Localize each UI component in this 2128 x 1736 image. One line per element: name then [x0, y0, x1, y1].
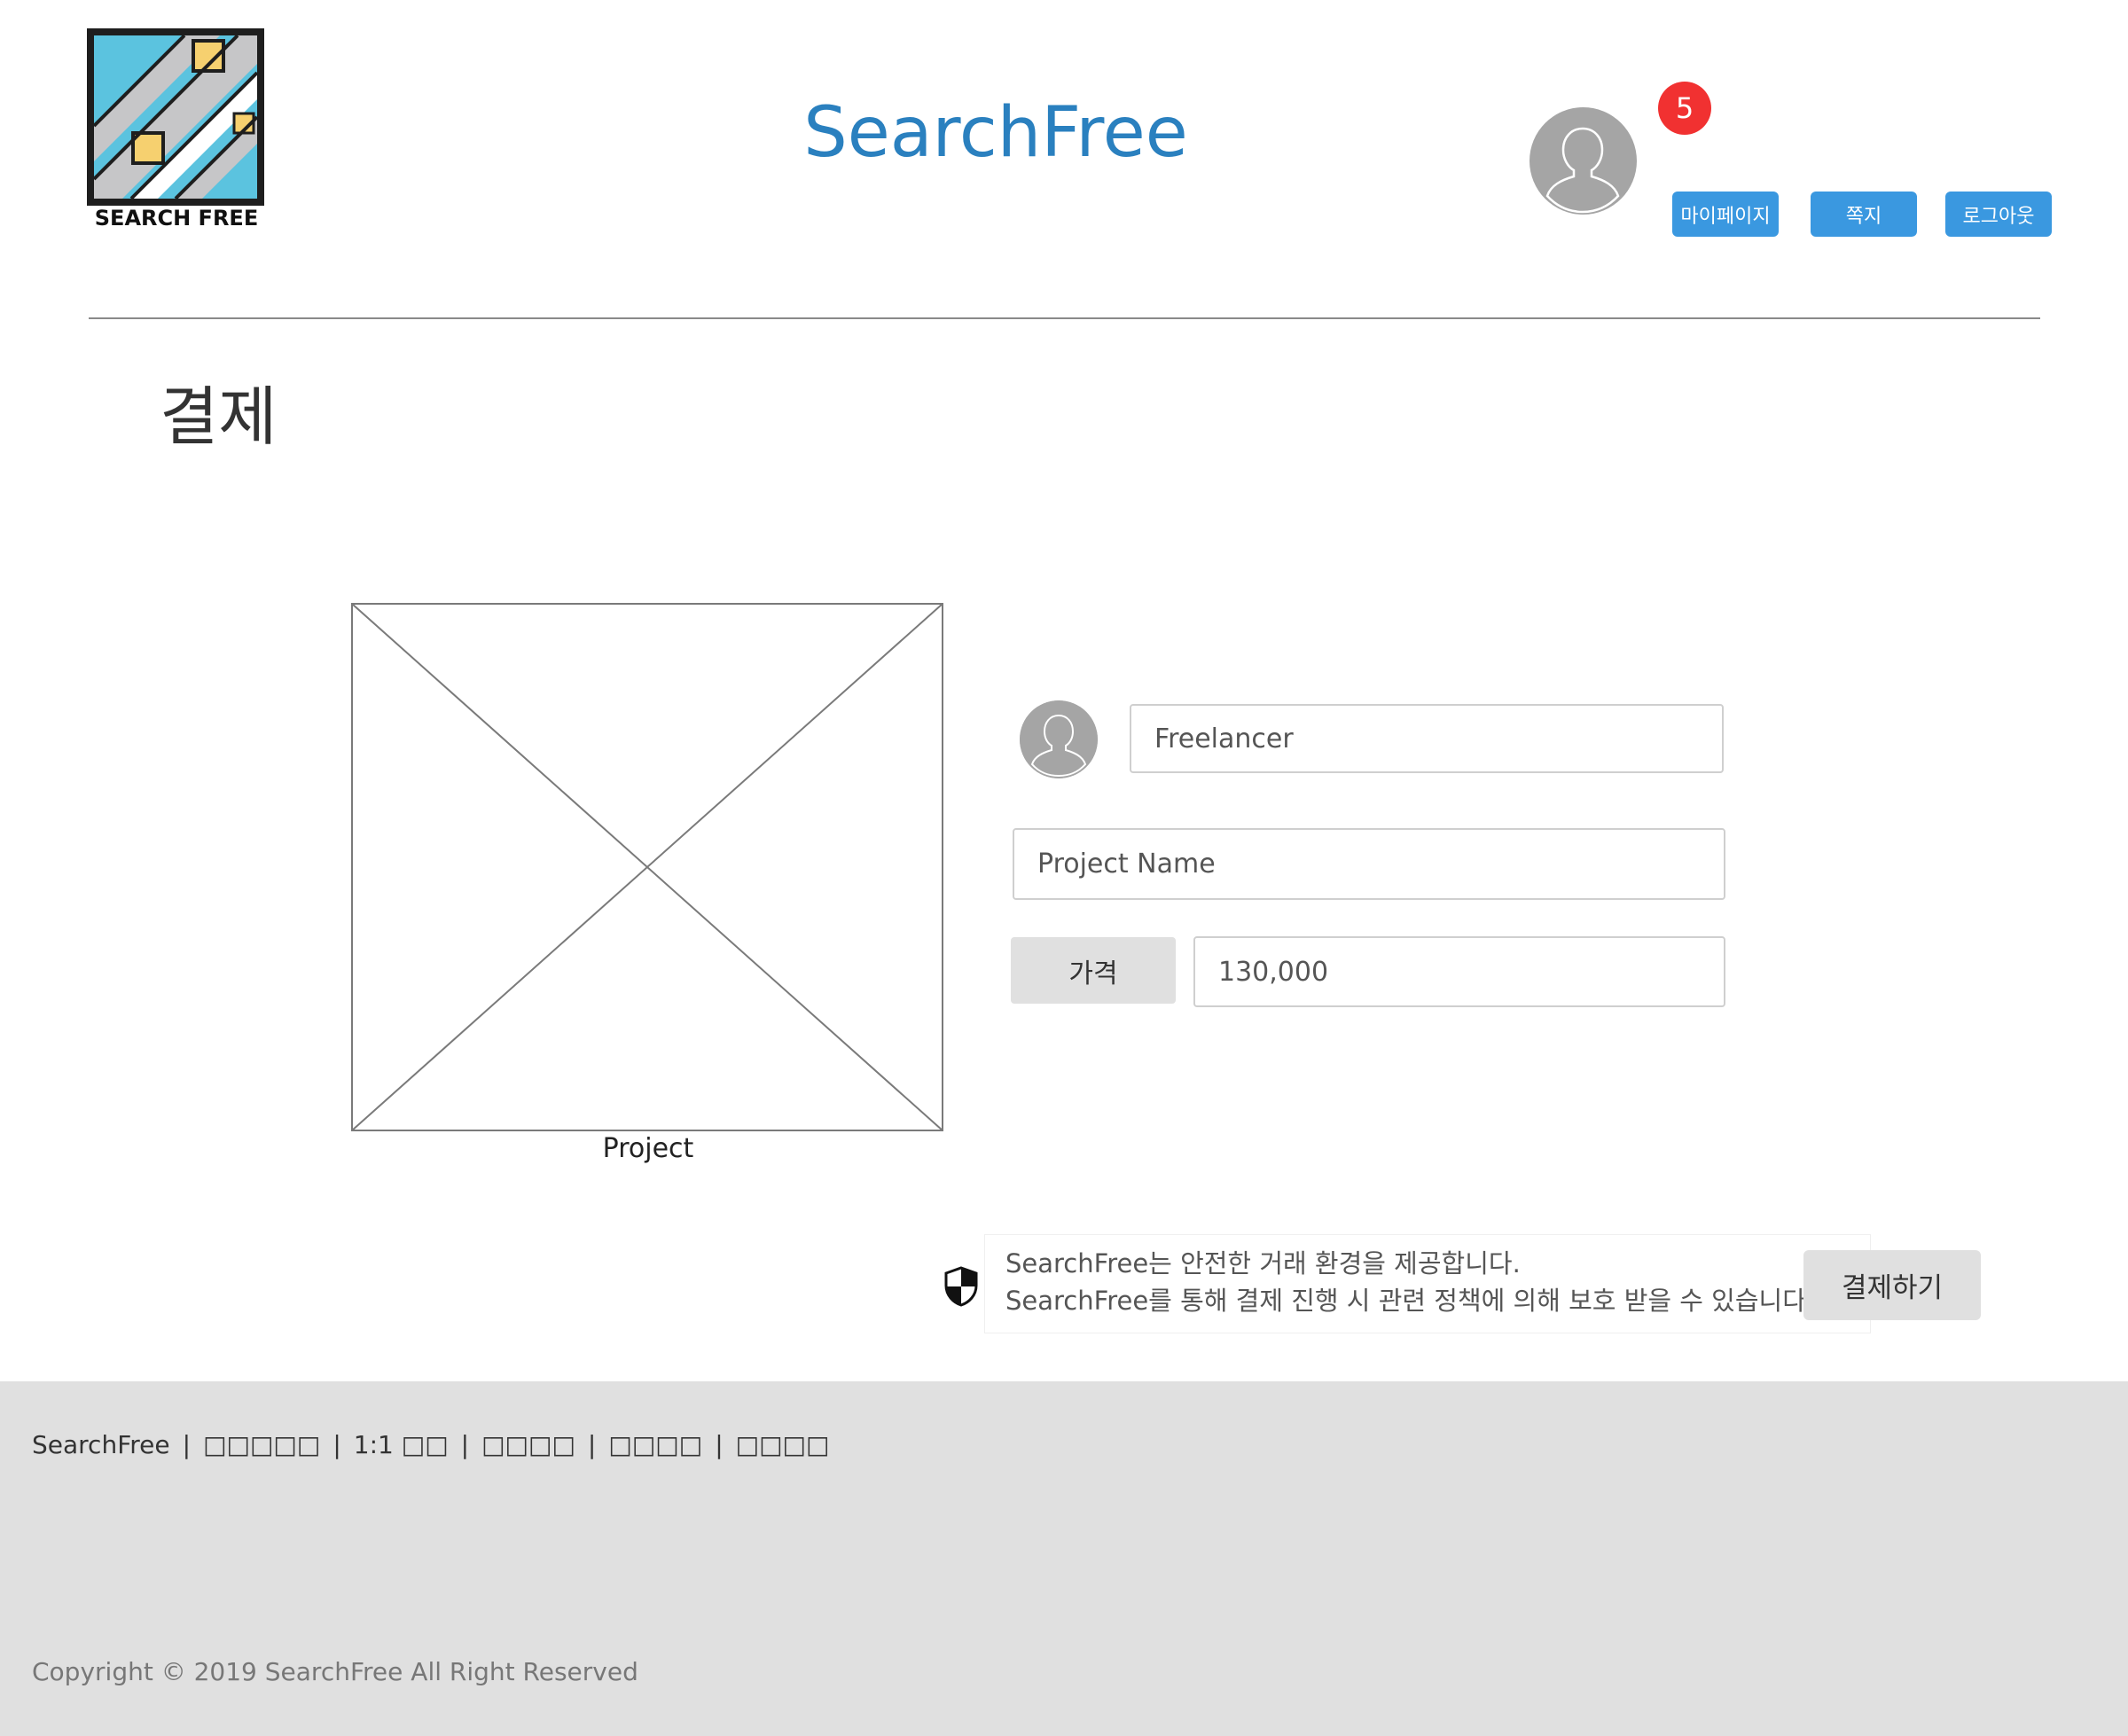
notification-badge[interactable]: 5 [1658, 82, 1711, 135]
footer-brand[interactable]: SearchFree [32, 1427, 170, 1463]
freelancer-field[interactable]: Freelancer [1130, 704, 1724, 773]
footer-separator: | [460, 1430, 470, 1459]
header-divider [89, 317, 2040, 319]
footer-link-4[interactable]: □□□□ [608, 1427, 702, 1463]
price-field[interactable]: 130,000 [1193, 936, 1725, 1007]
footer-link-5[interactable]: □□□□ [736, 1427, 830, 1463]
shield-icon [943, 1266, 979, 1307]
footer-link-2[interactable]: 1:1 □□ [354, 1427, 449, 1463]
freelancer-avatar [1020, 700, 1098, 778]
pay-button[interactable]: 결제하기 [1803, 1250, 1981, 1320]
notice-text-line-1: SearchFree는 안전한 거래 환경을 제공합니다. [1005, 1248, 1521, 1279]
project-image-placeholder [351, 603, 943, 1131]
message-button[interactable]: 쪽지 [1811, 192, 1917, 237]
footer-separator: | [715, 1430, 724, 1459]
footer-separator: | [332, 1430, 341, 1459]
footer-links: SearchFree | □□□□□ | 1:1 □□ | □□□□ | □□□□ | □□□□ [32, 1427, 829, 1463]
footer-link-3[interactable]: □□□□ [481, 1427, 575, 1463]
footer-separator: | [182, 1430, 192, 1459]
user-avatar[interactable] [1530, 107, 1637, 215]
notice-text-line-2: SearchFree를 통해 결제 진행 시 관련 정책에 의해 보호 받을 수… [1005, 1286, 1815, 1316]
user-icon [1530, 107, 1637, 215]
footer-link-1[interactable]: □□□□□ [203, 1427, 320, 1463]
mypage-button[interactable]: 마이페이지 [1672, 192, 1779, 237]
copyright-text: Copyright © 2019 SearchFree All Right Re… [32, 1657, 638, 1686]
image-placeholder-icon [351, 603, 943, 1131]
user-icon [1020, 700, 1098, 778]
project-name-field[interactable]: Project Name [1013, 828, 1725, 900]
logout-button[interactable]: 로그아웃 [1945, 192, 2052, 237]
logo-text: SEARCH FREE [95, 206, 258, 229]
page-title: 결제 [160, 379, 278, 454]
project-caption: Project [602, 1133, 694, 1164]
price-label: 가격 [1011, 937, 1176, 1004]
footer-separator: | [587, 1430, 597, 1459]
